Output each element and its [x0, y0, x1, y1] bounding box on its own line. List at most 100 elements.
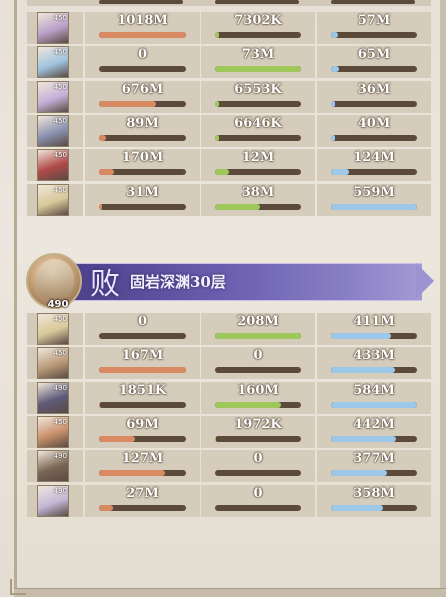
stat-bar-fill [215, 135, 220, 141]
stat-bar-fill [215, 333, 301, 339]
character-level: 450 [53, 151, 67, 159]
stat-value: 167M [121, 348, 164, 363]
stat-value: 89M [126, 116, 159, 131]
stat-bar-track [215, 333, 301, 339]
character-portrait-icon[interactable]: 450 [37, 313, 69, 345]
team-member-row[interactable]: 490 127M 0 377M [27, 450, 431, 482]
character-level: 450 [53, 349, 67, 357]
stat-bar-fill [331, 436, 397, 442]
team-member-row[interactable]: 450 167M 0 433M [27, 347, 431, 379]
stat-value: 411M [353, 314, 395, 329]
character-portrait-icon[interactable]: 450 [37, 416, 69, 448]
stat-bar-fill [215, 402, 282, 408]
healing-cell: 358M [317, 485, 431, 517]
stat-bar-fill [215, 32, 220, 38]
team-member-row[interactable]: 450 0 73M 65M [27, 46, 431, 78]
stat-bar-track [99, 402, 186, 408]
stat-bar-fill [331, 333, 392, 339]
character-portrait-icon[interactable]: 450 [37, 46, 69, 78]
damage-dealt-cell: 27M [85, 485, 200, 517]
character-portrait-icon[interactable]: 450 [37, 347, 69, 379]
character-portrait-icon[interactable]: 450 [37, 115, 69, 147]
character-level: 490 [53, 452, 67, 460]
avatar-cell: 450 [27, 81, 83, 113]
healing-cell: 36M [317, 81, 431, 113]
damage-dealt-cell: 0 [85, 46, 200, 78]
panel-corner-ornament [10, 579, 26, 595]
team-member-row[interactable]: 450 676M 6553K 36M [27, 81, 431, 113]
stat-bar-fill [331, 402, 417, 408]
stat-value: 31M [126, 185, 159, 200]
character-portrait-icon[interactable]: 450 [37, 81, 69, 113]
panel-bottom-border [14, 588, 446, 597]
team-member-row[interactable]: 450 69M 1972K 442M [27, 416, 431, 448]
healing-cell: 442M [317, 416, 431, 448]
healing-cell: 411M [317, 313, 431, 345]
damage-taken-cell: 0 [201, 485, 315, 517]
stat-bar-fill [99, 505, 113, 511]
stat-value: 559M [353, 185, 395, 200]
stat-bar-track [331, 505, 417, 511]
avatar-cell: 450 [27, 12, 83, 44]
character-portrait-icon[interactable]: 490 [37, 485, 69, 517]
stat-bar-track [331, 66, 417, 72]
damage-dealt-cell: 0 [85, 313, 200, 345]
damage-taken-cell: 6553K [201, 81, 315, 113]
stat-bar-fill [331, 32, 338, 38]
stat-bar-track [215, 135, 301, 141]
stat-bar-fill [99, 470, 166, 476]
stat-bar-track [215, 436, 301, 442]
stat-bar-track [99, 436, 186, 442]
damage-taken-cell: 160M [201, 382, 315, 414]
character-portrait-icon[interactable]: 450 [37, 149, 69, 181]
avatar-cell: 450 [27, 416, 83, 448]
battle-stats-panel[interactable]: 450 1018M 7302K 57M 450 0 73M 65M 450 676M 6553K 36… [0, 0, 446, 597]
avatar-cell: 450 [27, 149, 83, 181]
stat-bar-track [215, 32, 301, 38]
character-level: 490 [53, 487, 67, 495]
battle-result: 败 [90, 267, 120, 302]
stat-bar-track [99, 333, 186, 339]
damage-dealt-cell: 69M [85, 416, 200, 448]
healing-cell: 124M [317, 149, 431, 181]
remnant-bar [331, 0, 415, 4]
character-level: 450 [53, 14, 67, 22]
stat-value: 1851K [118, 383, 167, 398]
stat-bar-track [99, 367, 186, 373]
stat-value: 0 [137, 314, 148, 329]
damage-dealt-cell: 89M [85, 115, 200, 147]
team-member-row[interactable]: 450 170M 12M 124M [27, 149, 431, 181]
stat-value: 0 [137, 47, 148, 62]
remnant-bar [99, 0, 183, 4]
stat-bar-fill [99, 169, 114, 175]
remnant-bar [215, 0, 299, 4]
stat-bar-fill [331, 135, 336, 141]
character-portrait-icon[interactable]: 450 [37, 184, 69, 216]
team-member-row[interactable]: 450 1018M 7302K 57M [27, 12, 431, 44]
stage-result-header[interactable]: 490 败 固岩深渊30层 [26, 253, 436, 311]
boss-portrait-art [36, 259, 74, 299]
team-member-row[interactable]: 450 31M 38M 559M [27, 184, 431, 216]
stat-bar-fill [99, 402, 100, 408]
healing-cell: 433M [317, 347, 431, 379]
stage-name: 固岩深渊30层 [130, 273, 226, 291]
character-level: 450 [53, 48, 67, 56]
team-member-row[interactable]: 450 0 208M 411M [27, 313, 431, 345]
character-portrait-icon[interactable]: 490 [37, 382, 69, 414]
stat-value: 57M [357, 13, 391, 28]
character-portrait-icon[interactable]: 450 [37, 12, 69, 44]
stat-bar-track [99, 32, 186, 38]
damage-taken-cell: 7302K [201, 12, 315, 44]
stat-bar-fill [331, 470, 387, 476]
stat-bar-fill [99, 101, 157, 107]
character-level: 450 [53, 117, 67, 125]
stat-bar-track [331, 135, 417, 141]
character-portrait-icon[interactable]: 490 [37, 450, 69, 482]
team-member-row[interactable]: 490 27M 0 358M [27, 485, 431, 517]
team-member-row[interactable]: 490 1851K 160M 584M [27, 382, 431, 414]
stat-value: 160M [237, 383, 279, 398]
stat-bar-track [331, 436, 417, 442]
stat-value: 442M [353, 417, 395, 432]
stat-value: 358M [353, 486, 395, 501]
team-member-row[interactable]: 450 89M 6646K 40M [27, 115, 431, 147]
